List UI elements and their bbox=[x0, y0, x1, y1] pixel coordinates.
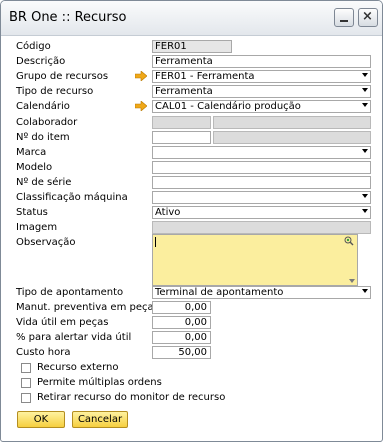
apontamento-select[interactable]: Terminal de apontamento bbox=[152, 286, 371, 299]
classificacao-select[interactable] bbox=[152, 191, 371, 204]
retirar-monitor-checkbox[interactable] bbox=[21, 393, 31, 403]
grupo-value: FER01 - Ferramenta bbox=[155, 71, 255, 82]
calendario-select[interactable]: CAL01 - Calendário produção bbox=[152, 100, 371, 113]
item-code-field[interactable] bbox=[152, 131, 211, 144]
cancel-button[interactable]: Cancelar bbox=[72, 411, 128, 428]
dropdown-arrow-icon bbox=[362, 209, 368, 213]
colaborador-code-field[interactable] bbox=[152, 116, 211, 129]
observacao-label: Observação bbox=[16, 237, 76, 248]
close-button[interactable]: × bbox=[358, 8, 378, 27]
minimize-icon bbox=[340, 20, 348, 22]
serie-label: Nº de série bbox=[16, 177, 72, 188]
retirar-monitor-label: Retirar recurso do monitor de recurso bbox=[37, 392, 226, 403]
item-label: Nº do item bbox=[16, 132, 70, 143]
marca-select[interactable] bbox=[152, 146, 371, 159]
link-arrow-icon[interactable] bbox=[135, 71, 147, 81]
dropdown-arrow-icon bbox=[362, 149, 368, 153]
recurso-externo-label: Recurso externo bbox=[37, 362, 119, 373]
vida-label: Vida útil em peças bbox=[16, 317, 109, 328]
alerta-label: % para alertar vida útil bbox=[16, 332, 132, 343]
custo-field[interactable]: 50,00 bbox=[152, 346, 211, 359]
form-content: Código FER01 Descrição Ferramenta Grupo … bbox=[6, 36, 378, 438]
imagem-field[interactable] bbox=[152, 221, 371, 234]
descricao-field[interactable]: Ferramenta bbox=[152, 55, 371, 68]
minimize-button[interactable] bbox=[334, 8, 354, 27]
text-caret bbox=[155, 237, 156, 247]
codigo-field[interactable]: FER01 bbox=[152, 40, 232, 53]
classificacao-label: Classificação máquina bbox=[16, 192, 128, 203]
status-value: Ativo bbox=[155, 207, 181, 218]
imagem-label: Imagem bbox=[16, 222, 58, 233]
close-icon: × bbox=[362, 9, 373, 24]
multiplas-ordens-checkbox[interactable] bbox=[21, 378, 31, 388]
scroll-down-icon[interactable] bbox=[349, 279, 355, 283]
marca-label: Marca bbox=[16, 147, 47, 158]
tipo-select[interactable]: Ferramenta bbox=[152, 85, 371, 98]
dropdown-arrow-icon bbox=[362, 103, 368, 107]
descricao-label: Descrição bbox=[16, 56, 66, 67]
memo-edit-icon[interactable] bbox=[344, 236, 354, 246]
tipo-value: Ferramenta bbox=[155, 86, 213, 97]
tipo-label: Tipo de recurso bbox=[16, 86, 94, 97]
dropdown-arrow-icon bbox=[362, 194, 368, 198]
dropdown-arrow-icon bbox=[362, 88, 368, 92]
calendario-label: Calendário bbox=[16, 101, 70, 112]
grupo-label: Grupo de recursos bbox=[16, 71, 109, 82]
link-arrow-icon[interactable] bbox=[135, 101, 147, 111]
modelo-label: Modelo bbox=[16, 162, 53, 173]
dropdown-arrow-icon bbox=[362, 73, 368, 77]
codigo-label: Código bbox=[16, 41, 51, 52]
manut-label: Manut. preventiva em peças bbox=[16, 302, 159, 313]
grupo-select[interactable]: FER01 - Ferramenta bbox=[152, 70, 371, 83]
manut-field[interactable]: 0,00 bbox=[152, 301, 211, 314]
serie-field[interactable] bbox=[152, 176, 371, 189]
ok-button[interactable]: OK bbox=[17, 411, 65, 428]
dropdown-arrow-icon bbox=[362, 289, 368, 293]
resource-window: BR One :: Recurso × Código FER01 Descriç… bbox=[0, 0, 383, 442]
multiplas-ordens-label: Permite múltiplas ordens bbox=[37, 377, 162, 388]
custo-label: Custo hora bbox=[16, 347, 71, 358]
modelo-field[interactable] bbox=[152, 161, 371, 174]
alerta-field[interactable]: 0,00 bbox=[152, 331, 211, 344]
colaborador-label: Colaborador bbox=[16, 117, 78, 128]
observacao-textarea[interactable] bbox=[152, 234, 358, 286]
recurso-externo-checkbox[interactable] bbox=[21, 363, 31, 373]
apontamento-value: Terminal de apontamento bbox=[155, 287, 284, 298]
item-name-field bbox=[213, 131, 371, 144]
status-label: Status bbox=[16, 207, 48, 218]
calendario-value: CAL01 - Calendário produção bbox=[155, 101, 301, 112]
vida-field[interactable]: 0,00 bbox=[152, 316, 211, 329]
colaborador-name-field bbox=[213, 116, 371, 129]
window-title: BR One :: Recurso bbox=[9, 10, 127, 25]
status-select[interactable]: Ativo bbox=[152, 206, 371, 219]
title-bar[interactable]: BR One :: Recurso × bbox=[1, 1, 382, 36]
apontamento-label: Tipo de apontamento bbox=[16, 287, 124, 298]
